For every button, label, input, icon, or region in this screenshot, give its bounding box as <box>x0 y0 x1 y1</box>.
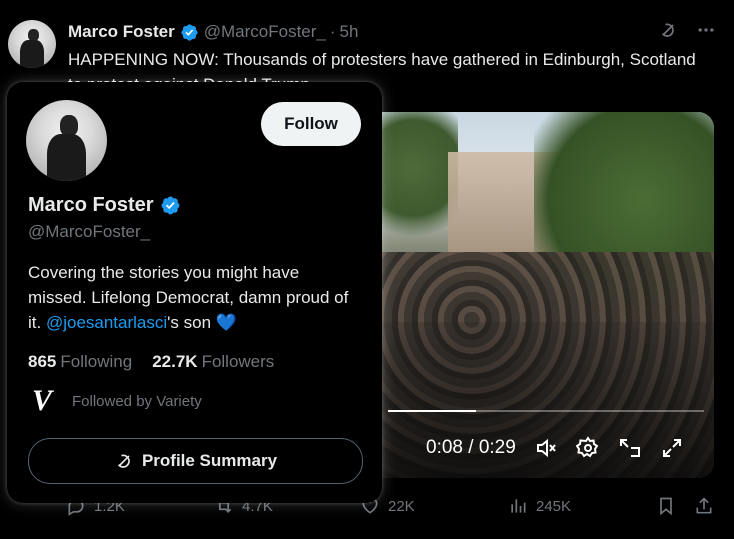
variety-logo: V <box>31 384 52 417</box>
grok-icon <box>117 454 130 468</box>
profile-stats: 865 Following 22.7K Followers <box>28 352 274 372</box>
followed-by-text: Followed by Variety <box>72 392 202 410</box>
fullscreen-icon[interactable] <box>660 436 684 460</box>
profile-handle[interactable]: @MarcoFoster_ <box>28 222 150 242</box>
share-icon <box>696 497 712 514</box>
video-controls: 0:08 / 0:29 <box>426 436 684 460</box>
picture-in-picture-icon[interactable] <box>618 436 642 460</box>
mute-icon[interactable] <box>534 436 558 460</box>
bookmark-icon <box>660 497 672 516</box>
profile-bio: Covering the stories you might have miss… <box>28 260 358 335</box>
tweet-header: Marco Foster @MarcoFoster_ · 5h <box>68 22 358 42</box>
profile-summary-label: Profile Summary <box>141 451 278 470</box>
verified-badge-icon <box>181 23 198 41</box>
verified-badge-icon <box>161 196 180 215</box>
video-progress-bar[interactable] <box>388 410 704 412</box>
followed-by[interactable]: V Followed by Variety <box>28 384 202 417</box>
like-count: 22K <box>388 497 415 515</box>
blue-heart-emoji: 💙 <box>215 313 237 332</box>
profile-hover-card: Follow Marco Foster @MarcoFoster_ Coveri… <box>7 82 382 503</box>
bio-mention-link[interactable]: @joesantarlasci <box>46 313 167 332</box>
more-icon[interactable] <box>696 20 716 40</box>
followers-count: 22.7K <box>152 352 198 371</box>
grok-icon[interactable] <box>658 20 678 40</box>
profile-bio-suffix: 's son <box>167 313 216 332</box>
separator-dot: · <box>329 22 336 41</box>
video-time: 0:08 / 0:29 <box>426 437 516 458</box>
tweet-header-icons <box>658 20 716 40</box>
profile-name: Marco Foster <box>28 194 181 217</box>
bookmark-button[interactable] <box>656 496 676 516</box>
views-button[interactable]: 245K <box>508 496 571 516</box>
profile-summary-button[interactable]: Profile Summary <box>28 438 363 484</box>
tweet-author-name[interactable]: Marco Foster <box>68 22 175 42</box>
followers-stat[interactable]: 22.7K Followers <box>152 352 274 372</box>
tweet-author-handle[interactable]: @MarcoFoster_ <box>204 22 326 42</box>
views-icon <box>511 499 526 513</box>
video-progress-fill <box>388 410 477 412</box>
profile-avatar[interactable] <box>26 100 107 181</box>
tweet-timestamp[interactable]: 5h <box>340 22 359 42</box>
settings-icon[interactable] <box>575 436 600 460</box>
following-stat[interactable]: 865 Following <box>28 352 132 372</box>
tweet-author-avatar[interactable] <box>8 20 56 68</box>
followers-label: Followers <box>201 352 275 371</box>
follow-button[interactable]: Follow <box>261 102 361 146</box>
share-button[interactable] <box>694 496 714 516</box>
following-count: 865 <box>28 352 57 371</box>
following-label: Following <box>60 352 133 371</box>
profile-name-text[interactable]: Marco Foster <box>28 194 154 217</box>
view-count: 245K <box>536 497 572 515</box>
